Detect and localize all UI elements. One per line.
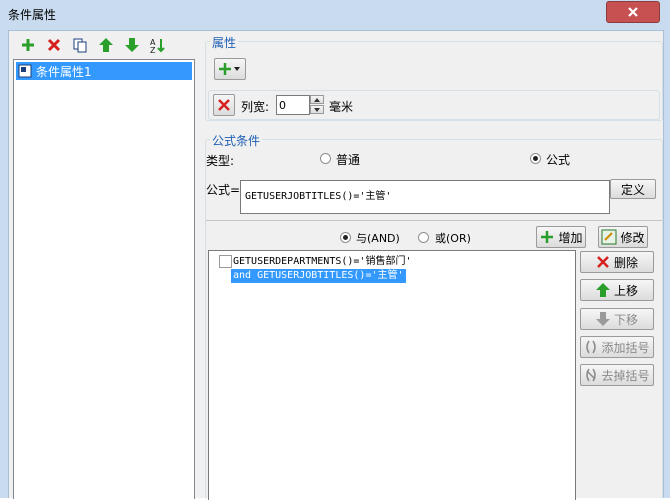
column-width-row: 列宽: 0 毫米 — [208, 90, 660, 120]
move-up-button[interactable]: 上移 — [580, 279, 654, 301]
title-bar: 条件属性 — [0, 0, 670, 28]
delete-condition-button[interactable]: 删除 — [580, 251, 654, 273]
add-condition-button[interactable]: 增加 — [536, 226, 586, 248]
modify-condition-button[interactable]: 修改 — [598, 226, 648, 248]
dialog-client: AZ 条件属性1 属性 列宽: 0 毫米 公式条件 类型: 普通 公式 公式= … — [8, 30, 664, 500]
move-up-icon[interactable] — [96, 35, 116, 55]
divider — [206, 220, 662, 221]
dialog-window: 条件属性 AZ 条件属性1 属性 列宽: 0 毫米 公式条件 类型: 普通 公式… — [0, 0, 670, 500]
spin-up-icon[interactable] — [310, 95, 324, 104]
column-width-spinner[interactable] — [310, 95, 324, 115]
move-down-button[interactable]: 下移 — [580, 308, 654, 330]
remove-bracket-icon — [586, 368, 597, 382]
type-formula-label[interactable]: 公式 — [546, 151, 570, 168]
tree-item-condition-1[interactable]: 条件属性1 — [16, 62, 192, 80]
logic-or-label[interactable]: 或(OR) — [435, 230, 471, 246]
condition-node-icon — [18, 64, 32, 78]
sort-icon[interactable]: AZ — [148, 35, 168, 55]
add-bracket-label: 添加括号 — [601, 340, 650, 355]
window-title: 条件属性 — [8, 8, 57, 22]
bracket-icon — [586, 340, 597, 354]
unit-label: 毫米 — [329, 100, 354, 114]
formula-input[interactable]: GETUSERJOBTITLES()='主管' — [240, 180, 610, 214]
remove-bracket-button[interactable]: 去掉括号 — [580, 364, 654, 386]
logic-and-label[interactable]: 与(AND) — [356, 230, 400, 246]
add-bracket-button[interactable]: 添加括号 — [580, 336, 654, 358]
modify-condition-label: 修改 — [620, 230, 645, 245]
move-up-label: 上移 — [613, 283, 638, 298]
copy-icon[interactable] — [70, 35, 90, 55]
formula-label: 公式= — [206, 183, 241, 197]
tree-toolbar: AZ — [9, 31, 195, 57]
type-label: 类型: — [206, 154, 235, 168]
delete-condition-label: 删除 — [613, 255, 638, 270]
column-width-label: 列宽: — [241, 100, 270, 114]
splitter[interactable] — [197, 31, 203, 499]
add-icon[interactable] — [18, 35, 38, 55]
properties-group: 属性 列宽: 0 毫米 — [205, 34, 663, 121]
move-down-icon — [595, 312, 610, 326]
remove-bracket-label: 去掉括号 — [601, 368, 650, 383]
delete-icon[interactable] — [44, 35, 64, 55]
list-item[interactable]: and GETUSERJOBTITLES()='主管' — [231, 269, 406, 283]
delete-icon — [218, 99, 230, 111]
condition-list[interactable]: GETUSERDEPARTMENTS()='销售部门' and GETUSERJ… — [208, 250, 576, 500]
tree-item-label: 条件属性1 — [36, 64, 92, 79]
type-normal-label[interactable]: 普通 — [336, 151, 360, 168]
move-down-label: 下移 — [613, 312, 638, 327]
remove-property-button[interactable] — [213, 94, 235, 116]
close-icon — [628, 7, 638, 17]
move-up-icon — [595, 283, 610, 297]
add-icon — [541, 231, 554, 243]
delete-icon — [597, 256, 609, 268]
define-button[interactable]: 定义 — [610, 179, 656, 199]
add-dropdown-icon — [219, 63, 240, 75]
close-button[interactable] — [606, 1, 660, 23]
edit-icon — [601, 229, 617, 245]
add-property-button[interactable] — [214, 58, 246, 80]
column-width-input[interactable]: 0 — [276, 95, 310, 115]
type-normal-radio[interactable] — [320, 153, 331, 164]
properties-legend: 属性 — [210, 34, 239, 51]
add-condition-label: 增加 — [558, 230, 583, 245]
svg-text:Z: Z — [150, 46, 156, 54]
spin-down-icon[interactable] — [310, 105, 324, 114]
formula-condition-group: 公式条件 类型: 普通 公式 公式= GETUSERJOBTITLES()='主… — [205, 132, 663, 500]
logic-or-radio[interactable] — [418, 232, 429, 243]
condition-tree[interactable]: 条件属性1 — [13, 59, 195, 499]
list-item[interactable]: GETUSERDEPARTMENTS()='销售部门' — [231, 255, 413, 269]
logic-and-radio[interactable] — [340, 232, 351, 243]
formula-condition-legend: 公式条件 — [210, 132, 263, 149]
move-down-icon[interactable] — [122, 35, 142, 55]
type-formula-radio[interactable] — [530, 153, 541, 164]
